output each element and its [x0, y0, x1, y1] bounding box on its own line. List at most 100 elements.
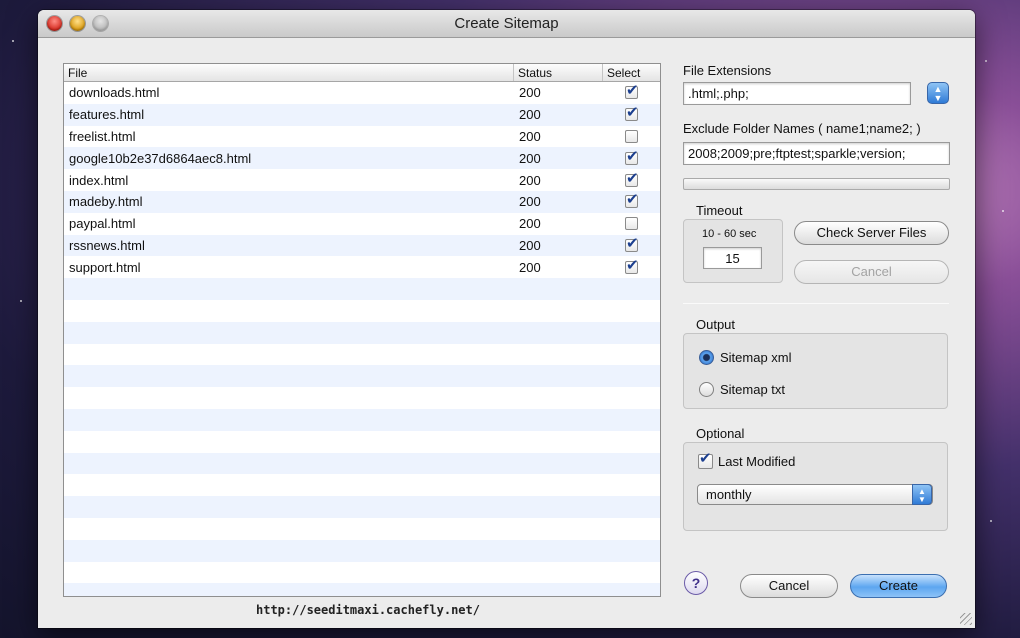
file-name-cell: google10b2e37d6864aec8.html	[69, 150, 252, 166]
table-row[interactable]: downloads.html 200	[64, 81, 660, 104]
select-checkbox[interactable]	[625, 147, 639, 165]
select-cell	[603, 169, 660, 187]
select-cell	[603, 190, 660, 209]
file-table[interactable]: File Status Select downloads.html200feat…	[63, 63, 661, 597]
change-frequency-value: monthly	[706, 487, 752, 502]
select-cell	[603, 147, 660, 165]
file-name-cell: paypal.html	[69, 216, 136, 232]
check-server-files-button[interactable]: Check Server Files	[794, 221, 949, 245]
table-row[interactable]: madeby.html 200	[64, 190, 660, 213]
select-checkbox[interactable]	[625, 129, 638, 143]
cancel-check-button[interactable]: Cancel	[794, 260, 949, 284]
table-row[interactable]	[64, 583, 660, 596]
table-row[interactable]: rssnews.html 200	[64, 234, 660, 257]
table-row[interactable]	[64, 408, 660, 431]
status-cell: 200	[519, 216, 541, 232]
status-cell: 200	[519, 107, 541, 123]
exclude-folders-label: Exclude Folder Names ( name1;name2; )	[683, 121, 921, 136]
timeout-label: Timeout	[696, 203, 743, 218]
select-cell	[603, 129, 660, 143]
optional-label: Optional	[696, 426, 745, 441]
column-header-file[interactable]: File	[64, 64, 514, 81]
select-checkbox[interactable]	[625, 103, 639, 122]
output-group	[683, 333, 948, 409]
close-window-button[interactable]	[47, 16, 62, 31]
sitemap-txt-radio[interactable]	[699, 382, 714, 397]
exclude-folders-input[interactable]	[683, 142, 950, 165]
file-name-cell: index.html	[69, 172, 129, 188]
cancel-button[interactable]: Cancel	[740, 574, 838, 598]
select-cell	[603, 81, 660, 100]
table-row[interactable]	[64, 321, 660, 344]
status-cell: 200	[519, 237, 541, 253]
change-frequency-select[interactable]: monthly ▲ ▼	[697, 484, 933, 505]
table-row[interactable]	[64, 344, 660, 366]
select-checkbox[interactable]	[625, 234, 639, 252]
select-cell	[603, 256, 660, 274]
file-extensions-label: File Extensions	[683, 63, 772, 78]
file-extensions-input[interactable]	[683, 82, 911, 105]
timeout-range-label: 10 - 60 sec	[702, 228, 757, 240]
minimize-window-button[interactable]	[70, 16, 85, 31]
table-row[interactable]	[64, 452, 660, 475]
table-row[interactable]	[64, 300, 660, 322]
window-controls	[47, 16, 108, 31]
select-checkbox[interactable]	[625, 169, 639, 187]
table-row[interactable]	[64, 431, 660, 453]
table-body: downloads.html200features.html200freelis…	[64, 81, 660, 596]
table-row[interactable]	[64, 518, 660, 540]
select-checkbox[interactable]	[625, 256, 639, 274]
table-row[interactable]: index.html 200	[64, 169, 660, 191]
file-name-cell: madeby.html	[69, 194, 143, 210]
zoom-window-button[interactable]	[93, 16, 108, 31]
file-name-cell: support.html	[69, 259, 141, 275]
table-row[interactable]	[64, 474, 660, 496]
file-name-cell: features.html	[69, 107, 145, 123]
status-cell: 200	[519, 128, 541, 144]
progress-bar	[683, 178, 950, 190]
column-header-select[interactable]: Select	[603, 64, 660, 81]
table-row[interactable]: features.html 200	[64, 103, 660, 126]
status-cell: 200	[519, 85, 541, 101]
table-row[interactable]	[64, 387, 660, 409]
website-url: http://seeditmaxi.cachefly.net/	[256, 603, 480, 617]
select-cell	[603, 217, 660, 231]
table-row[interactable]	[64, 365, 660, 388]
sitemap-xml-label[interactable]: Sitemap xml	[720, 350, 792, 365]
output-label: Output	[696, 317, 736, 332]
table-row[interactable]: freelist.html 200	[64, 126, 660, 148]
table-header: File Status Select	[64, 64, 660, 82]
file-name-cell: rssnews.html	[69, 237, 145, 253]
last-modified-label[interactable]: Last Modified	[718, 454, 795, 469]
status-cell: 200	[519, 150, 541, 166]
last-modified-checkbox[interactable]	[698, 449, 713, 469]
help-button[interactable]: ?	[684, 571, 708, 595]
select-checkbox[interactable]	[625, 190, 639, 209]
status-cell: 200	[519, 259, 541, 275]
select-cell	[603, 103, 660, 122]
table-row[interactable]	[64, 496, 660, 518]
resize-grip[interactable]	[960, 613, 972, 625]
select-checkbox[interactable]	[625, 217, 638, 231]
select-arrows-icon: ▲ ▼	[912, 484, 932, 505]
timeout-input[interactable]	[703, 247, 762, 269]
section-separator	[683, 303, 949, 304]
extensions-stepper[interactable]: ▲ ▼	[927, 82, 949, 104]
table-row[interactable]: support.html 200	[64, 256, 660, 278]
column-header-status[interactable]: Status	[514, 64, 603, 81]
table-row[interactable]	[64, 562, 660, 584]
sitemap-xml-radio[interactable]	[699, 350, 714, 365]
sitemap-txt-label[interactable]: Sitemap txt	[720, 382, 785, 397]
select-cell	[603, 234, 660, 252]
table-row[interactable]: google10b2e37d6864aec8.html 200	[64, 147, 660, 170]
table-row[interactable]	[64, 539, 660, 562]
table-row[interactable]	[64, 278, 660, 300]
table-row[interactable]: paypal.html 200	[64, 213, 660, 235]
create-button[interactable]: Create	[850, 574, 947, 598]
file-name-cell: freelist.html	[69, 128, 136, 144]
window-title: Create Sitemap	[454, 15, 559, 32]
file-name-cell: downloads.html	[69, 85, 160, 101]
status-cell: 200	[519, 194, 541, 210]
title-bar[interactable]: Create Sitemap	[38, 10, 975, 38]
select-checkbox[interactable]	[625, 81, 639, 100]
